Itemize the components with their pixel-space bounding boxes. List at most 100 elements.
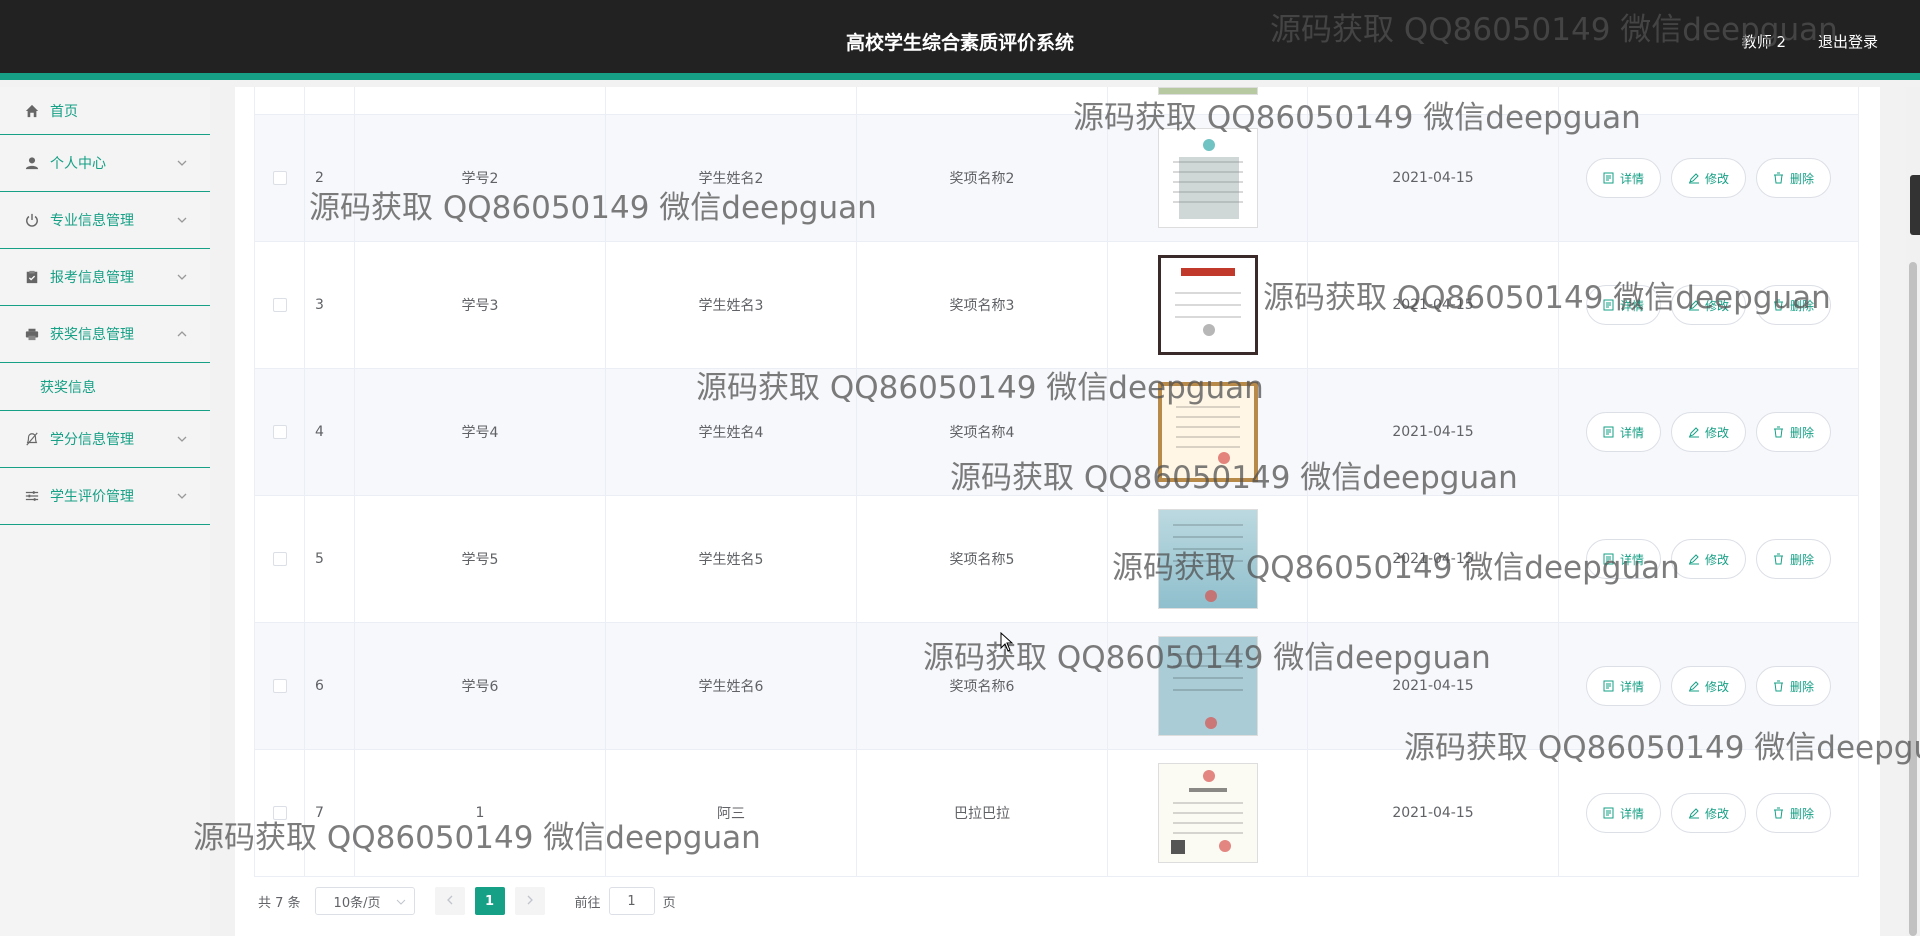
sidebar-item-label: 学分信息管理: [50, 432, 134, 448]
edit-button[interactable]: 修改: [1670, 412, 1746, 452]
document-icon: [1603, 680, 1615, 692]
award-name: 奖项名称4: [857, 369, 1108, 495]
edit-button[interactable]: 修改: [1670, 666, 1746, 706]
row-checkbox[interactable]: [272, 298, 287, 312]
current-user: 教师 2: [1741, 33, 1786, 51]
delete-button[interactable]: 删除: [1756, 158, 1832, 198]
row-index: 4: [305, 369, 355, 495]
delete-button[interactable]: 删除: [1756, 793, 1832, 833]
trash-icon: [1773, 680, 1785, 692]
table-row-partial: [255, 86, 1858, 115]
sidebar-item-credit-management[interactable]: 学分信息管理: [0, 411, 210, 468]
row-index: 3: [305, 242, 355, 368]
certificate-image[interactable]: [1157, 255, 1258, 355]
certificate-image: [1157, 86, 1258, 95]
sidebar-item-personal-center[interactable]: 个人中心: [0, 135, 210, 192]
edit-button[interactable]: 修改: [1670, 158, 1746, 198]
power-icon: [24, 212, 40, 228]
chevron-down-icon: [176, 433, 188, 445]
student-name: 学生姓名5: [606, 496, 857, 622]
certificate-image[interactable]: [1157, 128, 1258, 228]
trash-icon: [1773, 299, 1785, 311]
total-count: 共 7 条: [258, 895, 301, 911]
delete-button[interactable]: 删除: [1756, 539, 1832, 579]
row-index: 7: [305, 750, 355, 876]
prev-page-button[interactable]: [434, 887, 465, 915]
row-checkbox[interactable]: [272, 679, 287, 693]
delete-button[interactable]: 删除: [1756, 666, 1832, 706]
award-name: 奖项名称6: [857, 623, 1108, 749]
detail-button[interactable]: 详情: [1585, 285, 1661, 325]
award-date: 2021-04-15: [1308, 496, 1559, 622]
printer-icon: [24, 326, 40, 342]
scrollbar-thumb[interactable]: [1909, 262, 1917, 936]
certificate-image[interactable]: [1157, 636, 1258, 736]
sidebar-item-major-management[interactable]: 专业信息管理: [0, 192, 210, 249]
page-size-select[interactable]: 10条/页: [314, 887, 415, 915]
edit-button[interactable]: 修改: [1670, 285, 1746, 325]
goto-page-input[interactable]: [608, 887, 655, 915]
certificate-image[interactable]: [1157, 509, 1258, 609]
award-date: 2021-04-15: [1308, 623, 1559, 749]
trash-icon: [1773, 807, 1785, 819]
home-icon: [24, 103, 40, 119]
student-name: 学生姓名2: [606, 115, 857, 241]
row-checkbox[interactable]: [272, 552, 287, 566]
detail-button[interactable]: 详情: [1585, 539, 1661, 579]
delete-button[interactable]: 删除: [1756, 412, 1832, 452]
award-name: 巴拉巴拉: [857, 750, 1108, 876]
sidebar-item-evaluation-management[interactable]: 学生评价管理: [0, 468, 210, 525]
next-page-button[interactable]: [514, 887, 545, 915]
row-checkbox[interactable]: [272, 806, 287, 820]
chevron-down-icon: [176, 214, 188, 226]
edit-button[interactable]: 修改: [1670, 793, 1746, 833]
row-checkbox[interactable]: [272, 425, 287, 439]
pagination: 共 7 条 10条/页 1 前往 页: [258, 887, 676, 915]
detail-button[interactable]: 详情: [1585, 158, 1661, 198]
student-name: 学生姓名4: [606, 369, 857, 495]
detail-button[interactable]: 详情: [1585, 666, 1661, 706]
goto-label: 前往: [574, 895, 601, 911]
sidebar-item-home[interactable]: 首页: [0, 87, 210, 135]
user-icon: [24, 155, 40, 171]
side-widget[interactable]: [1910, 175, 1920, 235]
detail-button[interactable]: 详情: [1585, 793, 1661, 833]
document-icon: [1603, 299, 1615, 311]
edit-icon: [1688, 299, 1700, 311]
table-row: 7 1 阿三 巴拉巴拉 2021-04-15 详情 修改 删除: [255, 750, 1858, 877]
sidebar-subitem-award-info[interactable]: 获奖信息: [0, 363, 210, 411]
chevron-up-icon: [176, 328, 188, 340]
certificate-image[interactable]: [1157, 382, 1258, 482]
award-date: 2021-04-15: [1308, 242, 1559, 368]
document-icon: [1603, 807, 1615, 819]
trash-icon: [1773, 172, 1785, 184]
delete-button[interactable]: 删除: [1756, 285, 1832, 325]
table-row: 6 学号6 学生姓名6 奖项名称6 2021-04-15 详情 修改 删除: [255, 623, 1858, 750]
award-date: 2021-04-15: [1308, 369, 1559, 495]
award-name: 奖项名称5: [857, 496, 1108, 622]
document-icon: [1603, 172, 1615, 184]
table-row: 2 学号2 学生姓名2 奖项名称2 2021-04-15 详情 修改 删除: [255, 115, 1858, 242]
sidebar-item-award-management[interactable]: 获奖信息管理: [0, 306, 210, 363]
chevron-down-icon: [176, 157, 188, 169]
logout-button[interactable]: 退出登录: [1818, 31, 1878, 52]
detail-button[interactable]: 详情: [1585, 412, 1661, 452]
student-number: 学号3: [355, 242, 606, 368]
row-checkbox[interactable]: [272, 171, 287, 185]
sidebar-item-application-management[interactable]: 报考信息管理: [0, 249, 210, 306]
row-index: 2: [305, 115, 355, 241]
main-content: 2 学号2 学生姓名2 奖项名称2 2021-04-15 详情 修改 删除 3: [235, 86, 1880, 936]
certificate-image[interactable]: [1157, 763, 1258, 863]
edit-icon: [1688, 807, 1700, 819]
student-number: 学号6: [355, 623, 606, 749]
sidebar-item-label: 获奖信息管理: [50, 327, 134, 343]
sidebar-item-label: 专业信息管理: [50, 213, 134, 229]
mouse-cursor-icon: [1000, 632, 1014, 652]
edit-button[interactable]: 修改: [1670, 539, 1746, 579]
page-number-button[interactable]: 1: [474, 887, 505, 915]
student-number: 学号4: [355, 369, 606, 495]
edit-icon: [1688, 680, 1700, 692]
student-number: 学号2: [355, 115, 606, 241]
table-row: 4 学号4 学生姓名4 奖项名称4 2021-04-15 详情 修改 删除: [255, 369, 1858, 496]
clipboard-icon: [24, 269, 40, 285]
